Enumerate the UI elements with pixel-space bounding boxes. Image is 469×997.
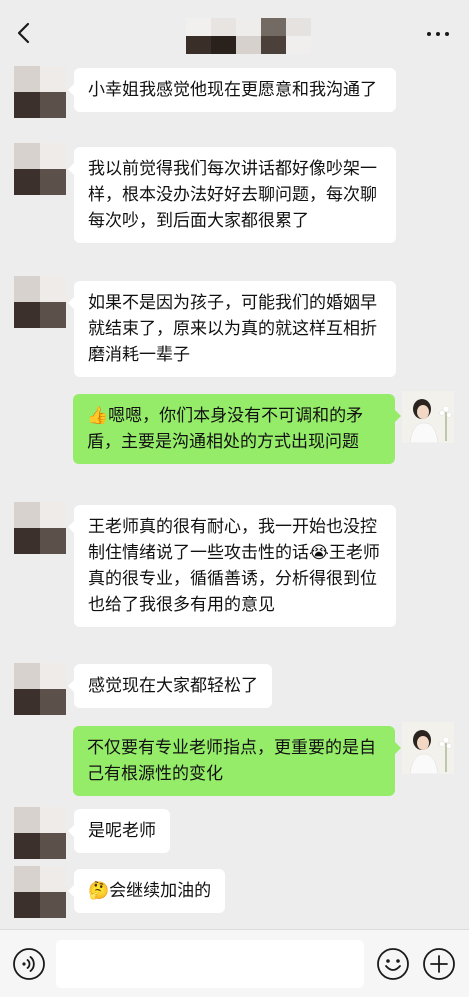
message-text: 我以前觉得我们每次讲话都好像吵架一样，根本没办法好好去聊问题，每次聊每次吵，到后… [88, 159, 377, 231]
contact-avatar[interactable] [14, 143, 66, 195]
plus-icon [423, 948, 455, 980]
message-text: 小幸姐我感觉他现在更愿意和我沟通了 [88, 80, 377, 100]
voice-icon [13, 948, 45, 980]
voice-button[interactable] [12, 947, 46, 981]
contact-avatar[interactable] [14, 807, 66, 859]
message-text: 不仅要有专业老师指点，更重要的是自己有根源性的变化 [87, 738, 376, 784]
smiley-icon [377, 948, 409, 980]
message-text: 嗯嗯，你们本身没有不可调和的矛盾，主要是沟通相处的方式出现问题 [87, 406, 364, 452]
back-button[interactable] [8, 18, 38, 48]
message-bubble[interactable]: 👍嗯嗯，你们本身没有不可调和的矛盾，主要是沟通相处的方式出现问题 [73, 394, 401, 464]
input-bar [0, 929, 469, 997]
crying-face-icon: 😭 [309, 543, 329, 563]
thumbs-up-icon: 👍 [87, 406, 109, 426]
portrait-image [402, 391, 454, 443]
contact-avatar[interactable] [14, 502, 66, 554]
more-dots-icon [427, 32, 431, 36]
message-bubble[interactable]: 不仅要有专业老师指点，更重要的是自己有根源性的变化 [73, 726, 401, 796]
chat-title-blurred [186, 18, 311, 54]
teacher-avatar[interactable] [402, 722, 454, 774]
teacher-avatar[interactable] [402, 391, 454, 443]
thinking-face-icon: 🤔 [88, 881, 110, 901]
portrait-image [402, 722, 454, 774]
more-button[interactable] [421, 22, 455, 46]
contact-avatar[interactable] [14, 66, 66, 118]
message-bubble[interactable]: 🤔会继续加油的 [67, 869, 226, 913]
message-text: 如果不是因为孩子，可能我们的婚姻早就结束了，原来以为真的就这样互相折磨消耗一辈子 [88, 293, 377, 365]
message-bubble[interactable]: 我以前觉得我们每次讲话都好像吵架一样，根本没办法好好去聊问题，每次聊每次吵，到后… [68, 147, 396, 243]
message-bubble[interactable]: 感觉现在大家都轻松了 [68, 664, 272, 708]
message-text: 感觉现在大家都轻松了 [88, 676, 258, 696]
message-text: 会继续加油的 [109, 881, 212, 901]
contact-avatar[interactable] [14, 866, 66, 918]
message-input[interactable] [56, 940, 364, 988]
chat-header [0, 0, 469, 64]
message-bubble[interactable]: 小幸姐我感觉他现在更愿意和我沟通了 [68, 68, 396, 112]
more-actions-button[interactable] [422, 947, 456, 981]
message-bubble[interactable]: 王老师真的很有耐心，我一开始也没控制住情绪说了一些攻击性的话😭王老师真的很专业，… [68, 505, 396, 627]
contact-avatar[interactable] [14, 276, 66, 328]
emoji-button[interactable] [376, 947, 410, 981]
message-bubble[interactable]: 是呢老师 [68, 809, 170, 853]
message-bubble[interactable]: 如果不是因为孩子，可能我们的婚姻早就结束了，原来以为真的就这样互相折磨消耗一辈子 [68, 281, 396, 377]
chevron-left-icon [17, 22, 30, 44]
contact-avatar[interactable] [14, 663, 66, 715]
message-text: 是呢老师 [88, 821, 156, 841]
